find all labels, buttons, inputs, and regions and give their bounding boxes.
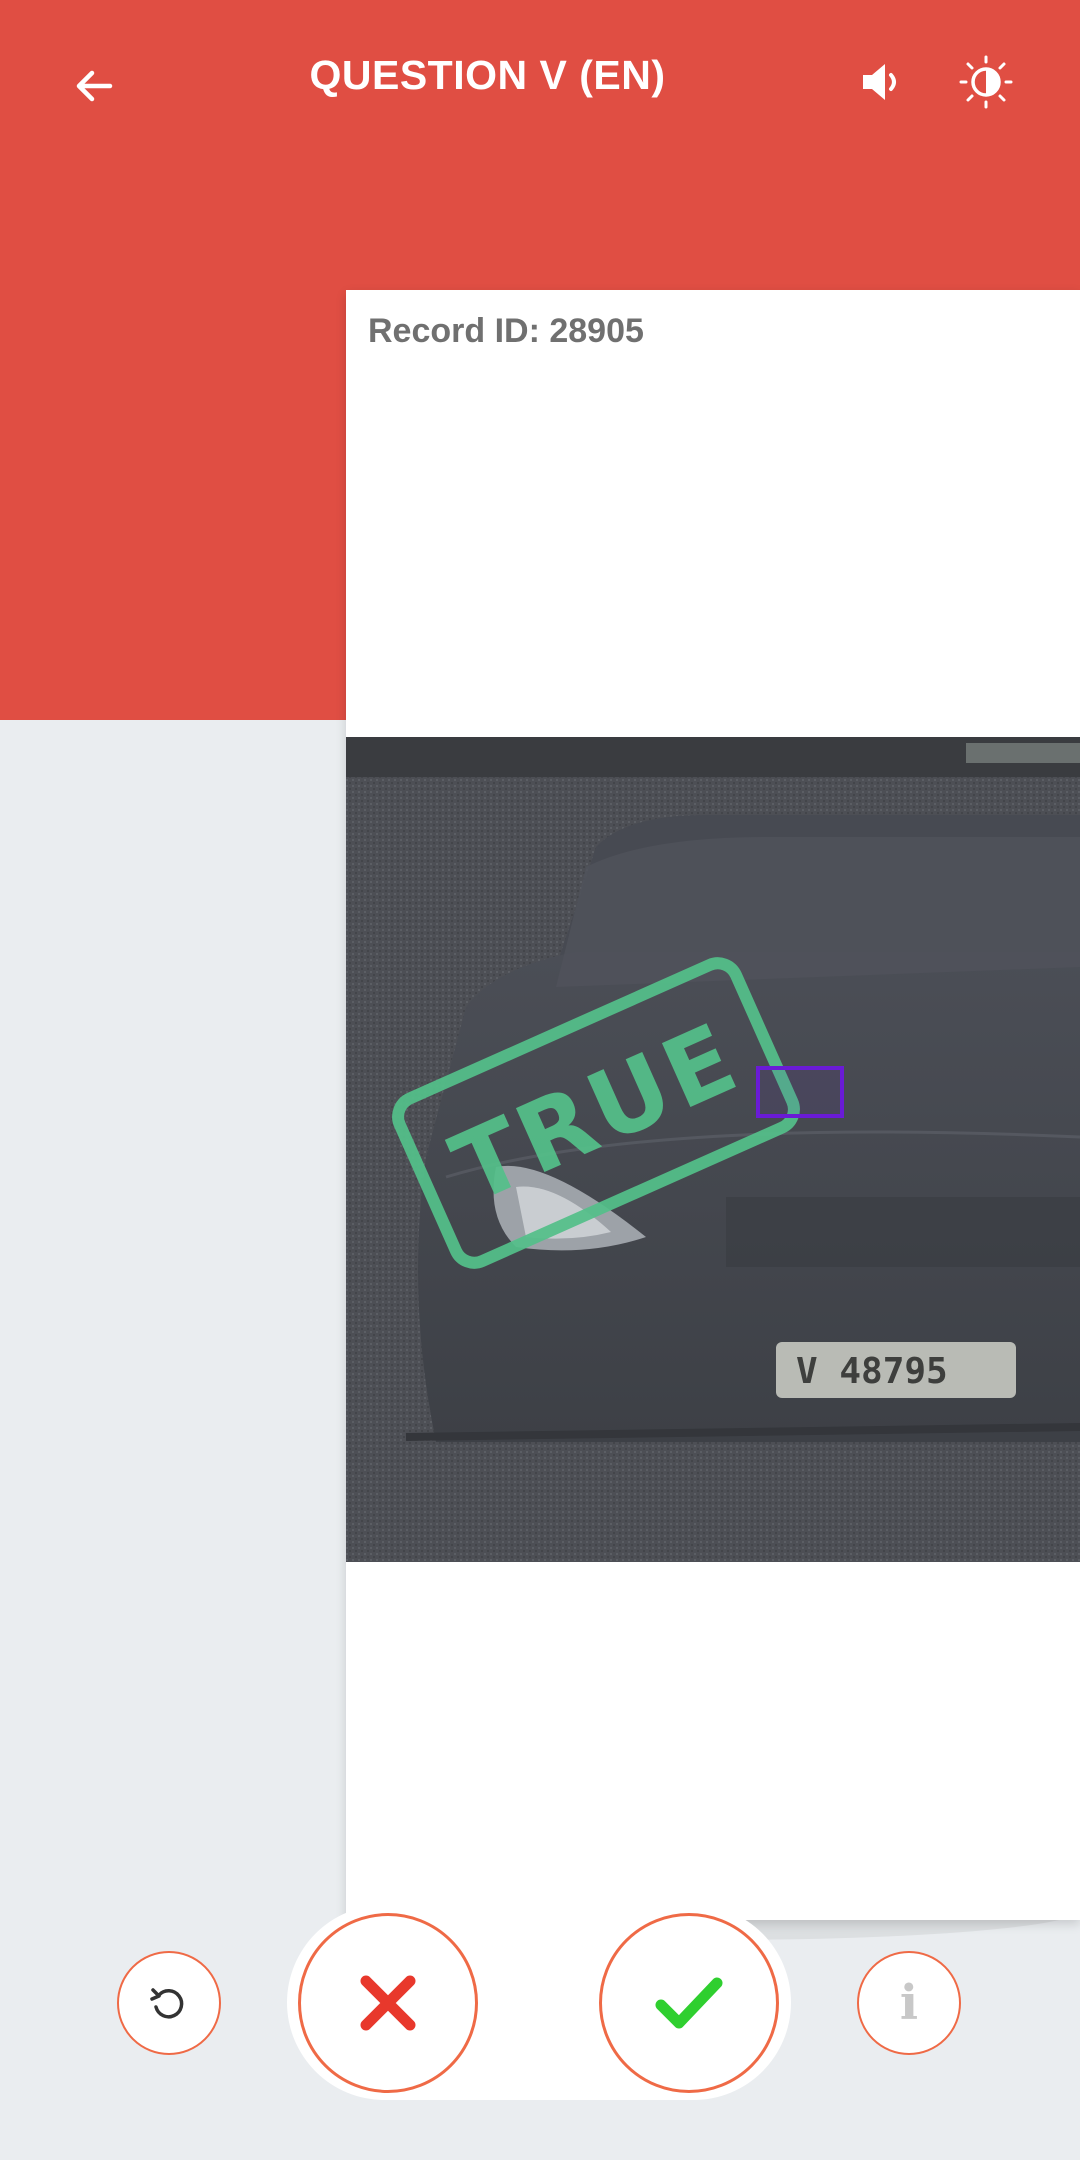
info-icon: i (899, 1975, 919, 2031)
annotation-bounding-box[interactable] (756, 1066, 844, 1118)
volume-icon (863, 64, 896, 100)
page-title: QUESTION V (EN) (309, 52, 666, 98)
undo-icon (150, 1988, 184, 2019)
sound-button[interactable] (846, 46, 918, 118)
check-icon (655, 1977, 723, 2029)
undo-button[interactable] (117, 1951, 221, 2055)
close-icon (360, 1975, 416, 2031)
brightness-icon (959, 55, 1013, 109)
record-id: Record ID: 28905 (368, 312, 644, 350)
app-bar: QUESTION V (EN) (0, 0, 1080, 160)
brightness-button[interactable] (950, 46, 1022, 118)
reject-button[interactable] (298, 1913, 478, 2093)
plate-text: V 48795 (796, 1351, 948, 1392)
info-button[interactable]: i (857, 1951, 961, 2055)
accept-button[interactable] (599, 1913, 779, 2093)
